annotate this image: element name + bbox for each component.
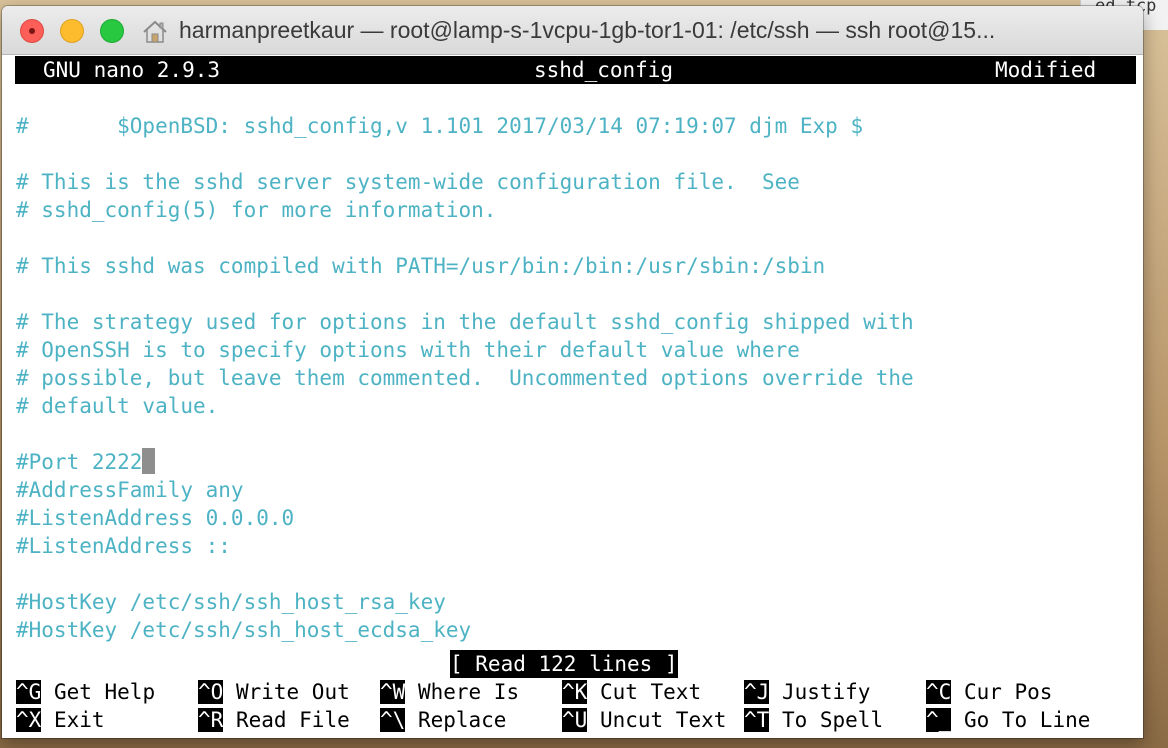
shortcut-label: Cur Pos bbox=[951, 680, 1053, 704]
home-icon bbox=[143, 20, 167, 43]
shortcut-key: ^U bbox=[562, 708, 588, 732]
editor-line[interactable]: #ListenAddress 0.0.0.0 bbox=[16, 504, 1136, 532]
nano-filename: sshd_config bbox=[534, 58, 674, 82]
editor-line[interactable]: #HostKey /etc/ssh/ssh_host_ecdsa_key bbox=[16, 616, 1136, 644]
shortcut-bar: ^G Get Help ^O Write Out ^W Where Is ^K Cut… bbox=[16, 678, 1136, 734]
status-message: [ Read 122 lines ] bbox=[450, 650, 678, 678]
editor-line[interactable] bbox=[16, 140, 1136, 168]
editor-line[interactable]: # default value. bbox=[16, 392, 1136, 420]
editor-line[interactable]: # possible, but leave them commented. Un… bbox=[16, 364, 1136, 392]
editor-line[interactable]: # sshd_config(5) for more information. bbox=[16, 196, 1136, 224]
shortcut-label: Replace bbox=[405, 708, 507, 732]
editor-line[interactable]: # The strategy used for options in the d… bbox=[16, 308, 1136, 336]
editor-line[interactable] bbox=[16, 224, 1136, 252]
shortcut-label: Go To Line bbox=[951, 708, 1091, 732]
editor-line[interactable]: #AddressFamily any bbox=[16, 476, 1136, 504]
shortcut-item: ^X Exit bbox=[16, 706, 105, 734]
minimize-window-button[interactable] bbox=[60, 19, 84, 43]
shortcut-key: ^R bbox=[198, 708, 224, 732]
shortcut-key: ^O bbox=[198, 680, 224, 704]
shortcut-key: ^W bbox=[380, 680, 406, 704]
editor-line[interactable]: # OpenSSH is to specify options with the… bbox=[16, 336, 1136, 364]
shortcut-label: Write Out bbox=[223, 680, 350, 704]
window-title: harmanpreetkaur — root@lamp-s-1vcpu-1gb-… bbox=[179, 17, 996, 43]
shortcut-label: Exit bbox=[41, 708, 105, 732]
shortcut-item: ^K Cut Text bbox=[562, 678, 701, 706]
close-window-button[interactable] bbox=[20, 19, 44, 43]
shortcut-label: Where Is bbox=[405, 680, 520, 704]
shortcut-item: ^W Where Is bbox=[380, 678, 519, 706]
shortcut-item: ^J Justify bbox=[744, 678, 870, 706]
shortcut-key: ^\ bbox=[380, 708, 406, 732]
editor-line[interactable]: #ListenAddress :: bbox=[16, 532, 1136, 560]
shortcut-item: ^_ Go To Line bbox=[926, 706, 1090, 734]
shortcut-item: ^C Cur Pos bbox=[926, 678, 1052, 706]
editor-buffer[interactable]: # $OpenBSD: sshd_config,v 1.101 2017/03/… bbox=[16, 112, 1136, 644]
shortcut-key: ^J bbox=[744, 680, 770, 704]
window-titlebar[interactable]: harmanpreetkaur — root@lamp-s-1vcpu-1gb-… bbox=[2, 6, 1143, 55]
terminal-content[interactable]: GNU nano 2.9.3 sshd_config Modified # $O… bbox=[2, 55, 1143, 738]
editor-line[interactable]: # This is the sshd server system-wide co… bbox=[16, 168, 1136, 196]
editor-line[interactable]: #HostKey /etc/ssh/ssh_host_rsa_key bbox=[16, 588, 1136, 616]
editor-line[interactable]: # $OpenBSD: sshd_config,v 1.101 2017/03/… bbox=[16, 112, 1136, 140]
shortcut-item: ^O Write Out bbox=[198, 678, 350, 706]
shortcut-label: Justify bbox=[769, 680, 871, 704]
nano-header-bar: GNU nano 2.9.3 sshd_config Modified bbox=[15, 56, 1136, 84]
shortcut-item: ^U Uncut Text bbox=[562, 706, 726, 734]
editor-line[interactable] bbox=[16, 420, 1136, 448]
zoom-window-button[interactable] bbox=[100, 19, 124, 43]
shortcut-key: ^T bbox=[744, 708, 770, 732]
shortcut-label: Uncut Text bbox=[587, 708, 727, 732]
shortcut-item: ^G Get Help bbox=[16, 678, 155, 706]
shortcut-label: To Spell bbox=[769, 708, 884, 732]
nano-version: GNU nano 2.9.3 bbox=[43, 58, 221, 82]
shortcut-item: ^\ Replace bbox=[380, 706, 506, 734]
editor-line[interactable] bbox=[16, 560, 1136, 588]
shortcut-label: Cut Text bbox=[587, 680, 702, 704]
terminal-window[interactable]: harmanpreetkaur — root@lamp-s-1vcpu-1gb-… bbox=[2, 6, 1143, 738]
shortcut-item: ^R Read File bbox=[198, 706, 350, 734]
editor-line[interactable]: #Port 2222 bbox=[16, 448, 1136, 476]
editor-line[interactable]: # This sshd was compiled with PATH=/usr/… bbox=[16, 252, 1136, 280]
shortcut-label: Get Help bbox=[41, 680, 156, 704]
shortcut-label: Read File bbox=[223, 708, 350, 732]
shortcut-item: ^T To Spell bbox=[744, 706, 883, 734]
editor-line[interactable] bbox=[16, 280, 1136, 308]
shortcut-key: ^X bbox=[16, 708, 42, 732]
shortcut-key: ^C bbox=[926, 680, 952, 704]
nano-modified-state: Modified bbox=[995, 58, 1097, 82]
shortcut-key: ^G bbox=[16, 680, 42, 704]
text-cursor bbox=[142, 448, 156, 474]
shortcut-key: ^_ bbox=[926, 708, 952, 732]
shortcut-key: ^K bbox=[562, 680, 588, 704]
